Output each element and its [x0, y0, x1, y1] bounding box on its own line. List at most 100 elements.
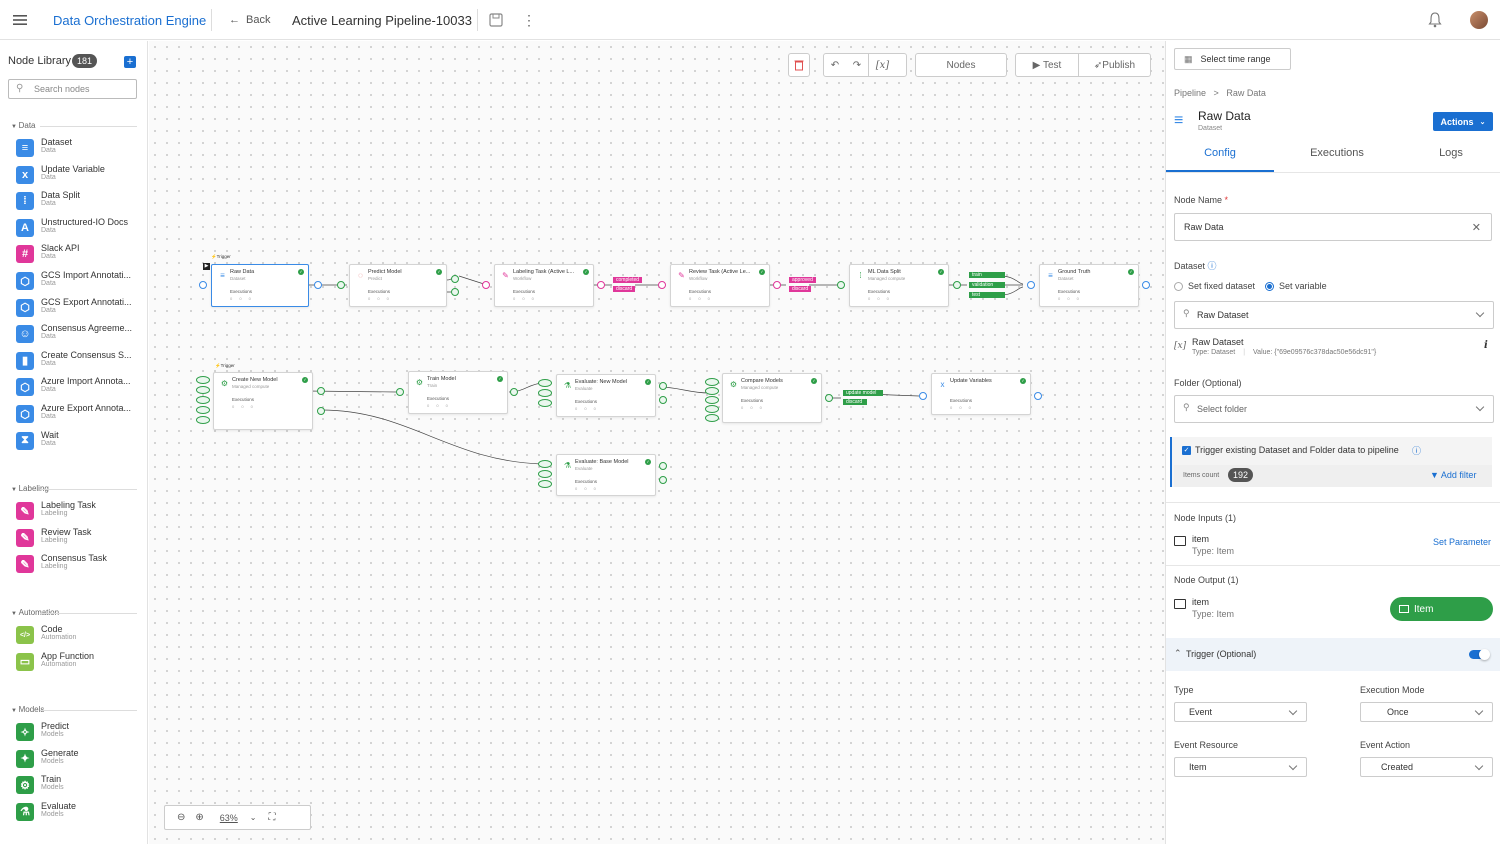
- node-raw-data[interactable]: ≡ Raw Data Dataset ✓ Executions 0 0 0: [211, 264, 309, 307]
- node-input-port[interactable]: [705, 414, 719, 422]
- bell-icon[interactable]: [1428, 0, 1442, 40]
- node-input-port[interactable]: [538, 460, 552, 468]
- node-input-port[interactable]: [538, 379, 552, 387]
- info-icon[interactable]: ⓘ: [1412, 444, 1421, 457]
- library-item-consensus[interactable]: ☺ Consensus Agreeme... Data: [16, 323, 144, 347]
- node-input-port[interactable]: [396, 388, 404, 396]
- node-input-port[interactable]: [538, 399, 552, 407]
- trigger-section-header[interactable]: ⌃ Trigger (Optional): [1166, 638, 1500, 671]
- library-item-code[interactable]: </> Code Automation: [16, 624, 144, 648]
- breadcrumb-root[interactable]: Pipeline: [1174, 88, 1206, 98]
- library-item-app-function[interactable]: ▭ App Function Automation: [16, 651, 144, 675]
- chevron-down-icon[interactable]: ⌄: [250, 813, 257, 822]
- output-badge[interactable]: Item: [1390, 597, 1493, 621]
- node-output-port[interactable]: [773, 281, 781, 289]
- trigger-toggle[interactable]: [1469, 649, 1490, 660]
- library-item-variable[interactable]: x Update Variable Data: [16, 164, 144, 188]
- node-input-port[interactable]: [538, 389, 552, 397]
- node-output-port[interactable]: [659, 382, 667, 390]
- node-input-port[interactable]: [196, 406, 210, 414]
- radio-variable[interactable]: [1265, 281, 1275, 291]
- node-evaluate-new-model[interactable]: ⚗ Evaluate: New Model Evaluate ✓ Executi…: [556, 374, 656, 417]
- node-create-new-model[interactable]: ⚙ Create New Model Managed compute ✓ Exe…: [213, 372, 313, 430]
- app-title[interactable]: Data Orchestration Engine: [53, 0, 206, 40]
- library-item-split[interactable]: ⁞ Data Split Data: [16, 190, 144, 214]
- node-input-port[interactable]: [196, 386, 210, 394]
- library-item-generate[interactable]: ✦ Generate Models: [16, 748, 144, 772]
- play-icon[interactable]: ▶: [203, 263, 210, 270]
- hamburger-menu-icon[interactable]: [13, 0, 27, 40]
- node-output-port[interactable]: [659, 396, 667, 404]
- node-ground-truth[interactable]: ≡ Ground Truth Dataset ✓ Executions 0 0 …: [1039, 264, 1139, 307]
- node-output-port[interactable]: [597, 281, 605, 289]
- node-output-port[interactable]: [317, 407, 325, 415]
- node-input-port[interactable]: [705, 387, 719, 395]
- node-input-port[interactable]: [337, 281, 345, 289]
- node-train-model[interactable]: ⚙ Train Model Train ✓ Executions 0 0 0: [408, 371, 508, 414]
- avatar[interactable]: [1470, 11, 1488, 29]
- node-input-port[interactable]: [919, 392, 927, 400]
- node-output-port[interactable]: [659, 476, 667, 484]
- tab-config[interactable]: Config: [1165, 147, 1275, 159]
- node-compare-models[interactable]: ⚙ Compare Models Managed compute ✓ Execu…: [722, 373, 822, 423]
- zoom-in-icon[interactable]: ⊕: [195, 812, 203, 823]
- node-input-port[interactable]: [658, 281, 666, 289]
- tab-logs[interactable]: Logs: [1396, 147, 1500, 159]
- checkbox-checked-icon[interactable]: ✓: [1182, 446, 1191, 455]
- node-review-task[interactable]: ✎ Review Task (Active Le... Workflow ✓ E…: [670, 264, 770, 307]
- library-item-gcs-export[interactable]: ⬡ GCS Export Annotati... Data: [16, 297, 144, 321]
- actions-button[interactable]: Actions ⌄: [1433, 112, 1493, 131]
- add-filter-button[interactable]: ▼ Add filter: [1430, 470, 1476, 480]
- node-input-port[interactable]: [538, 480, 552, 488]
- radio-fixed[interactable]: [1174, 281, 1183, 291]
- node-name-input[interactable]: Raw Data ✕: [1174, 213, 1492, 241]
- zoom-level[interactable]: 63%: [220, 813, 238, 823]
- node-predict-model[interactable]: ◌ Predict Model Predict ✓ Executions 0 0…: [349, 264, 447, 307]
- pipeline-canvas[interactable]: ↶ ↷ [x] Nodes ▶ Test ➶ Publish ⚡Trigger …: [149, 41, 1165, 844]
- node-output-port[interactable]: [1142, 281, 1150, 289]
- node-input-port[interactable]: [199, 281, 207, 289]
- library-item-hourglass[interactable]: ⧗ Wait Data: [16, 430, 144, 454]
- node-output-port[interactable]: [659, 462, 667, 470]
- exec-mode-select[interactable]: Once: [1360, 702, 1493, 722]
- library-item-evaluate[interactable]: ⚗ Evaluate Models: [16, 801, 144, 825]
- library-item-gcs-import[interactable]: ⬡ GCS Import Annotati... Data: [16, 270, 144, 294]
- node-output-port[interactable]: [953, 281, 961, 289]
- library-item-database[interactable]: ≡ Dataset Data: [16, 137, 144, 161]
- node-output-port[interactable]: [1034, 392, 1042, 400]
- library-item-slack[interactable]: # Slack API Data: [16, 243, 144, 267]
- more-vert-icon[interactable]: ⋮: [522, 0, 536, 40]
- add-node-icon[interactable]: +: [124, 56, 136, 68]
- clear-icon[interactable]: ✕: [1472, 221, 1481, 234]
- folder-select[interactable]: ⚲ Select folder: [1174, 395, 1494, 423]
- node-input-port[interactable]: [705, 405, 719, 413]
- back-button[interactable]: ← Back: [229, 0, 270, 40]
- library-section-data[interactable]: ▼ Data: [11, 121, 36, 130]
- library-item-chart[interactable]: ▮ Create Consensus S... Data: [16, 350, 144, 374]
- library-item-docs[interactable]: A Unstructured-IO Docs Data: [16, 217, 144, 241]
- node-input-port[interactable]: [196, 396, 210, 404]
- library-item-review-task[interactable]: ✎ Review Task Labeling: [16, 527, 144, 551]
- node-output-port[interactable]: [451, 288, 459, 296]
- node-evaluate-base-model[interactable]: ⚗ Evaluate: Base Model Evaluate ✓ Execut…: [556, 454, 656, 496]
- dataset-select[interactable]: ⚲ Raw Dataset: [1174, 301, 1494, 329]
- node-input-port[interactable]: [196, 376, 210, 384]
- node-input-port[interactable]: [538, 470, 552, 478]
- node-output-port[interactable]: [314, 281, 322, 289]
- info-icon[interactable]: ⓘ: [1208, 261, 1217, 271]
- node-input-port[interactable]: [705, 396, 719, 404]
- node-labeling-task[interactable]: ✎ Labeling Task (Active L... Workflow ✓ …: [494, 264, 594, 307]
- event-action-select[interactable]: Created: [1360, 757, 1493, 777]
- node-input-port[interactable]: [837, 281, 845, 289]
- tab-executions[interactable]: Executions: [1282, 147, 1392, 159]
- time-range-button[interactable]: ▦ Select time range: [1174, 48, 1291, 70]
- node-output-port[interactable]: [510, 388, 518, 396]
- library-item-consensus-task[interactable]: ✎ Consensus Task Labeling: [16, 553, 144, 577]
- search-input[interactable]: ⚲ Search nodes: [8, 79, 137, 99]
- node-input-port[interactable]: [196, 416, 210, 424]
- type-select[interactable]: Event: [1174, 702, 1307, 722]
- fit-view-icon[interactable]: ⛶: [269, 812, 276, 823]
- library-item-azure-import[interactable]: ⬡ Azure Import Annota... Data: [16, 376, 144, 400]
- library-item-predict[interactable]: ✧ Predict Models: [16, 721, 144, 745]
- info-icon[interactable]: i: [1484, 340, 1488, 351]
